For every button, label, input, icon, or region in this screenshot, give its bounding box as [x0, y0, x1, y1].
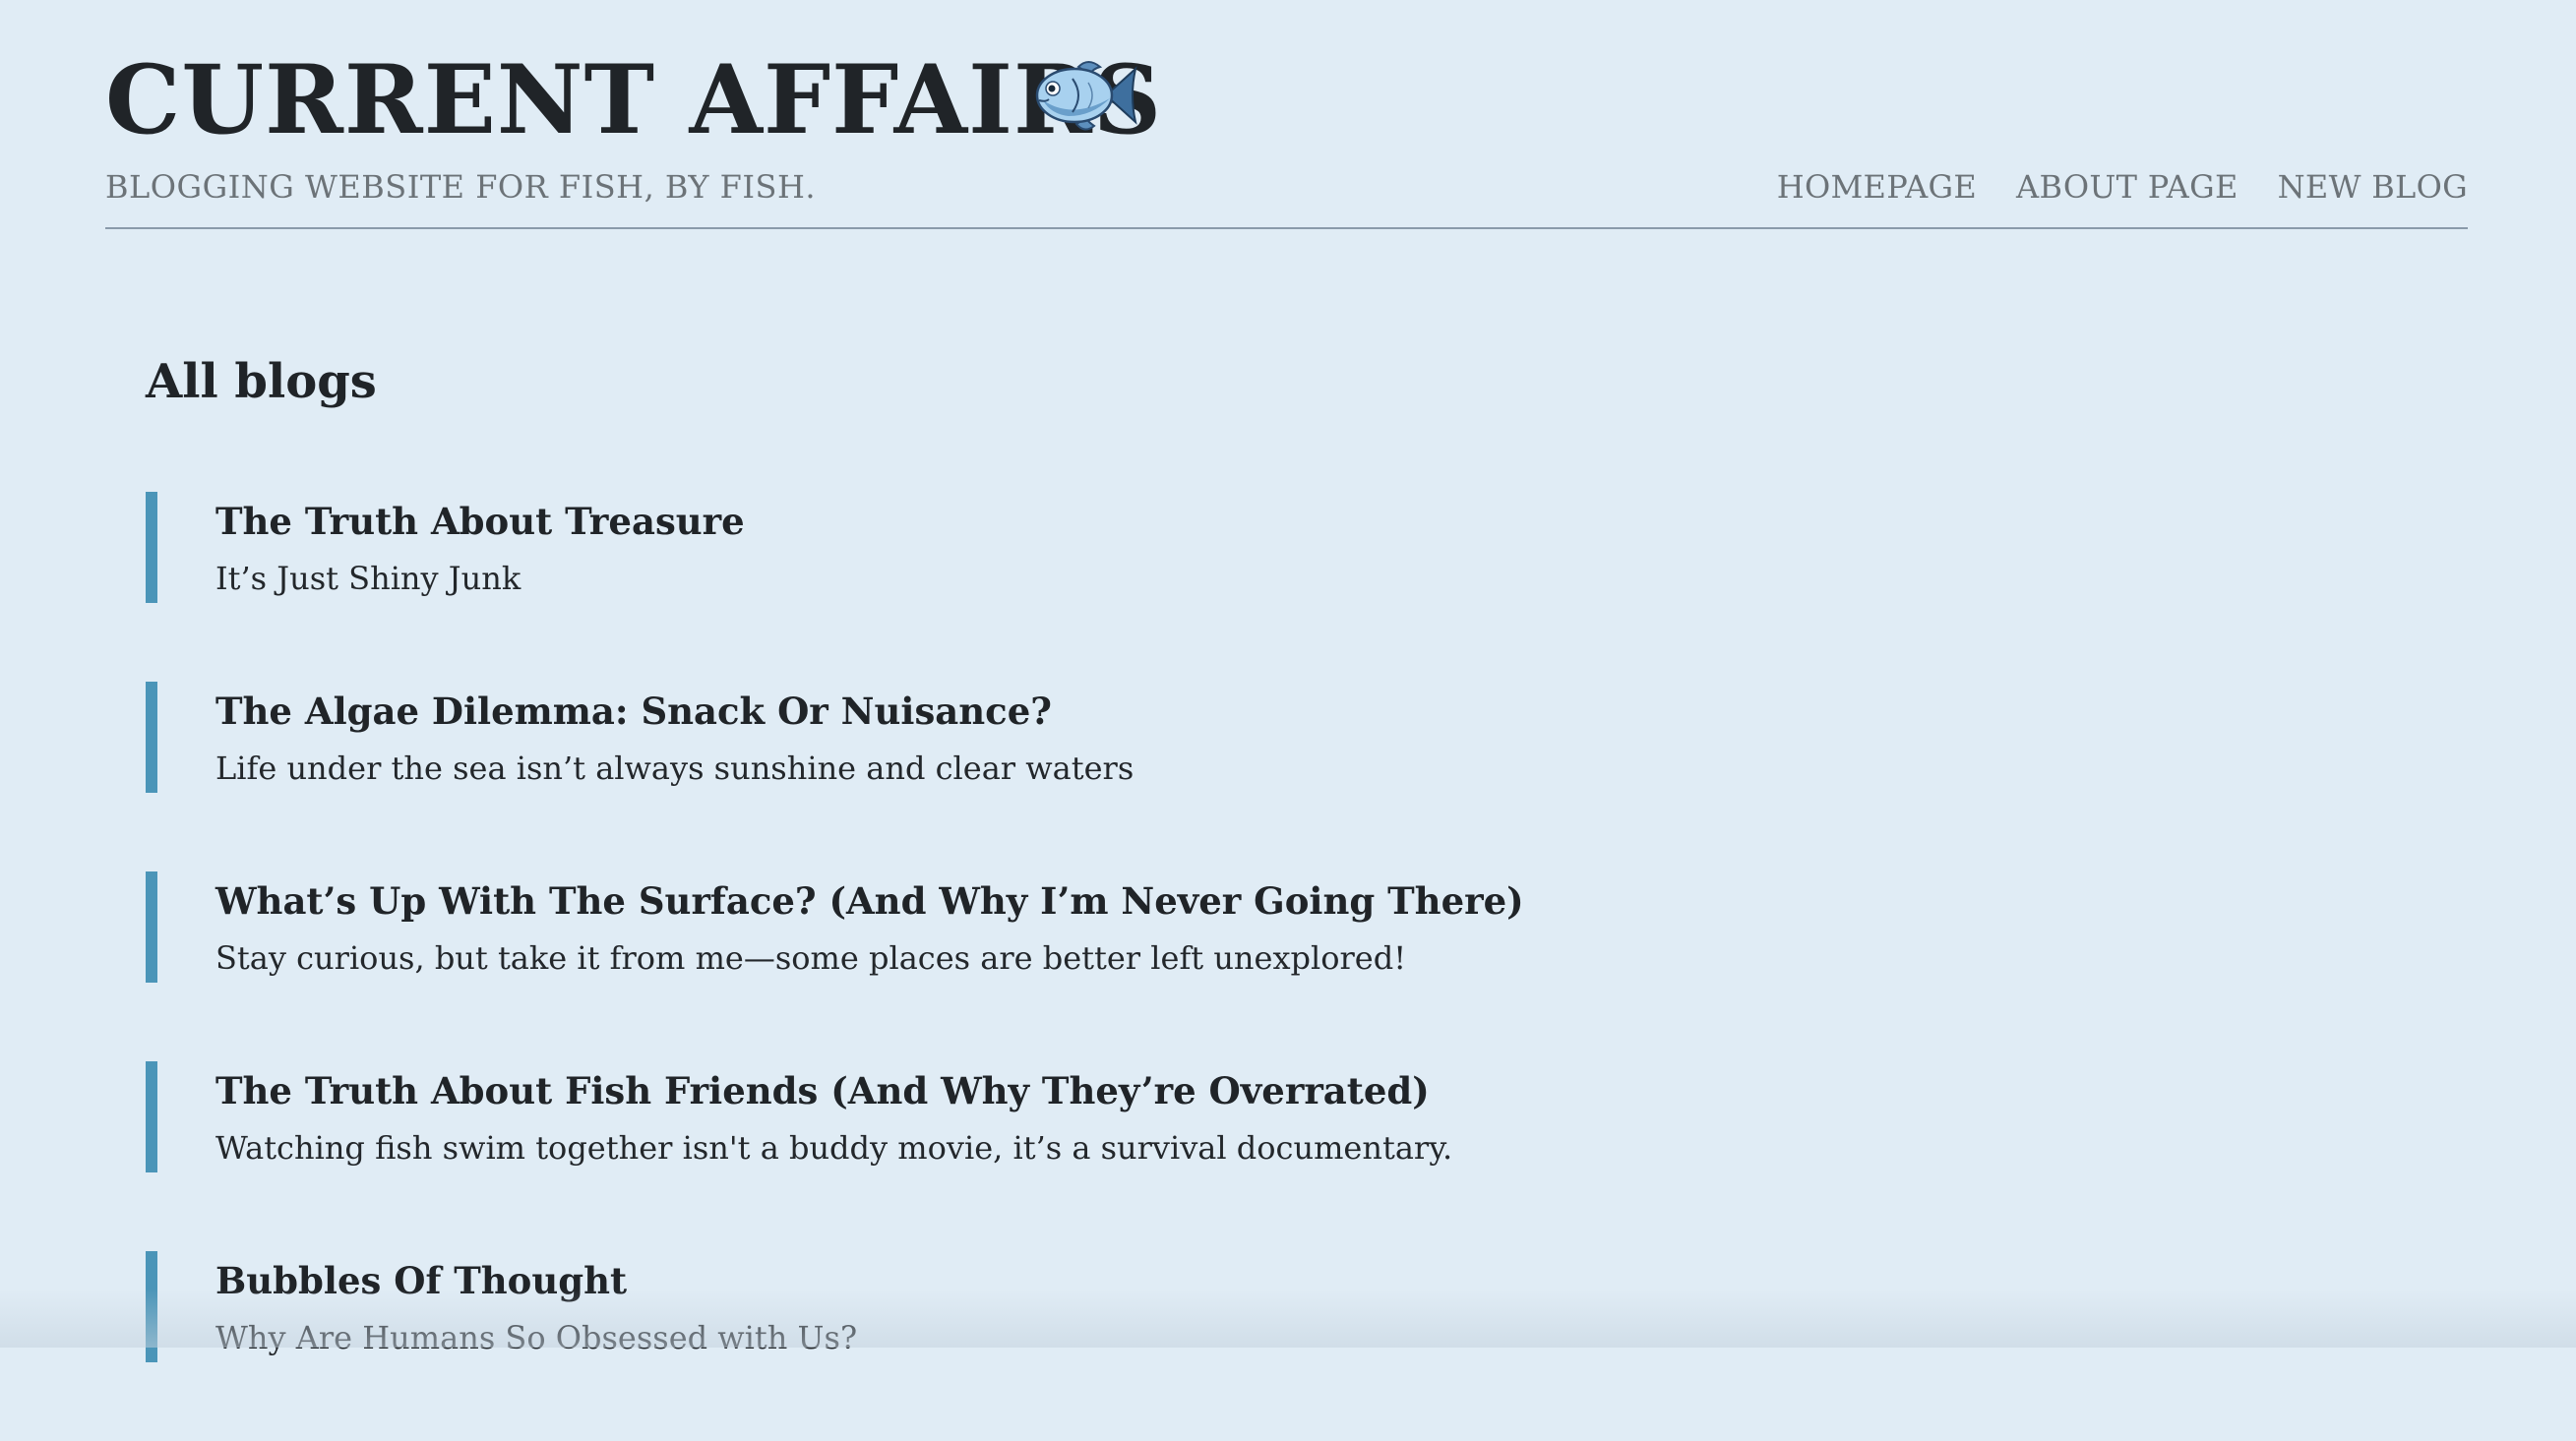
- blog-title[interactable]: What’s Up With The Surface? (And Why I’m…: [215, 871, 2409, 929]
- blog-title[interactable]: Bubbles Of Thought: [215, 1251, 2409, 1308]
- blog-list: The Truth About Treasure It’s Just Shiny…: [146, 492, 2409, 1441]
- blog-accent-bar: [146, 871, 157, 983]
- main-nav: HOMEPAGE ABOUT PAGE NEW BLOG: [1777, 163, 2468, 210]
- blog-subtitle: Stay curious, but take it from me—some p…: [215, 939, 1407, 977]
- blog-list-item[interactable]: Bubbles Of Thought Why Are Humans So Obs…: [146, 1251, 2409, 1362]
- blog-accent-bar: [146, 682, 157, 793]
- blog-accent-bar: [146, 492, 157, 603]
- site-header: CURRENT AFFAIRS BLOGGING WEBSITE FOR FIS…: [105, 0, 2468, 229]
- site-title[interactable]: CURRENT AFFAIRS: [105, 37, 1162, 163]
- blog-list-item[interactable]: The Algae Dilemma: Snack Or Nuisance? Li…: [146, 682, 2409, 793]
- blog-subtitle: Why Are Humans So Obsessed with Us?: [215, 1319, 858, 1356]
- blog-accent-bar: [146, 1251, 157, 1362]
- blog-subtitle: Life under the sea isn’t always sunshine…: [215, 750, 1135, 787]
- page-heading: All blogs: [146, 354, 377, 409]
- blog-list-item[interactable]: The Truth About Fish Friends (And Why Th…: [146, 1061, 2409, 1172]
- blog-subtitle: It’s Just Shiny Junk: [215, 560, 521, 597]
- fish-icon-graphic: [1035, 61, 1137, 131]
- blog-title[interactable]: The Algae Dilemma: Snack Or Nuisance?: [215, 682, 2409, 739]
- nav-link-about-page[interactable]: ABOUT PAGE: [2016, 163, 2239, 210]
- fish-icon: [1033, 55, 1139, 136]
- blog-list-item[interactable]: What’s Up With The Surface? (And Why I’m…: [146, 871, 2409, 983]
- blog-accent-bar: [146, 1061, 157, 1172]
- blog-title[interactable]: The Truth About Treasure: [215, 492, 2409, 549]
- blog-title[interactable]: The Truth About Fish Friends (And Why Th…: [215, 1061, 2409, 1118]
- nav-link-new-blog[interactable]: NEW BLOG: [2278, 163, 2468, 210]
- blog-subtitle: Watching fish swim together isn't a budd…: [215, 1129, 1453, 1167]
- blog-list-item[interactable]: The Truth About Treasure It’s Just Shiny…: [146, 492, 2409, 603]
- nav-link-homepage[interactable]: HOMEPAGE: [1777, 163, 1977, 210]
- site-tagline: BLOGGING WEBSITE FOR FISH, BY FISH.: [105, 168, 817, 206]
